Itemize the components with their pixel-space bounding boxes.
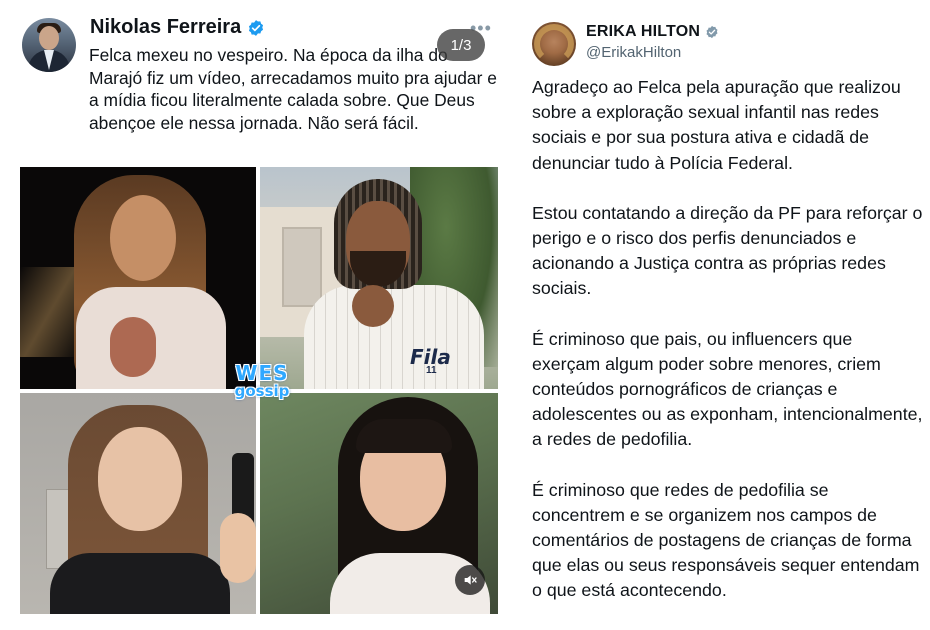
media-image-1[interactable] xyxy=(20,167,256,389)
verified-badge-icon xyxy=(249,19,264,36)
author-name[interactable]: ERIKA HILTON xyxy=(586,23,700,41)
avatar[interactable] xyxy=(22,18,76,72)
watermark-top: WES xyxy=(235,361,289,385)
author-name[interactable]: Nikolas Ferreira xyxy=(90,16,241,39)
left-post: Nikolas Ferreira ••• Felca mexeu no vesp… xyxy=(0,0,510,630)
post-paragraph: É criminoso que pais, ou influencers que… xyxy=(532,328,923,450)
watermark: WES gossip xyxy=(226,361,298,400)
post-paragraph: Estou contatando a direção da PF para re… xyxy=(532,202,923,299)
media-pager-badge: 1/3 xyxy=(437,29,485,61)
post-text: Agradeço ao Felca pela apuração que real… xyxy=(532,75,924,629)
media-image-3[interactable] xyxy=(20,393,256,614)
speaker-muted-icon[interactable] xyxy=(455,565,485,595)
media-image-4[interactable] xyxy=(260,393,498,614)
right-post: ERIKA HILTON @ErikakHilton Agradeço ao F… xyxy=(510,0,930,630)
jersey-logo-number: 11 xyxy=(426,365,437,376)
verified-badge-icon xyxy=(706,25,718,39)
post-paragraph: Agradeço ao Felca pela apuração que real… xyxy=(532,77,901,173)
media-image-2[interactable]: Fila 11 xyxy=(260,167,498,389)
author-name-row[interactable]: ERIKA HILTON xyxy=(586,23,719,41)
post-paragraph: É criminoso que redes de pedofilia se co… xyxy=(532,479,920,601)
avatar[interactable] xyxy=(532,22,576,66)
author-handle[interactable]: @ErikakHilton xyxy=(586,44,681,61)
post-text: Felca mexeu no vespeiro. Na época da ilh… xyxy=(89,45,497,133)
watermark-bottom: gossip xyxy=(234,382,290,400)
author-name-row[interactable]: Nikolas Ferreira xyxy=(90,16,265,39)
